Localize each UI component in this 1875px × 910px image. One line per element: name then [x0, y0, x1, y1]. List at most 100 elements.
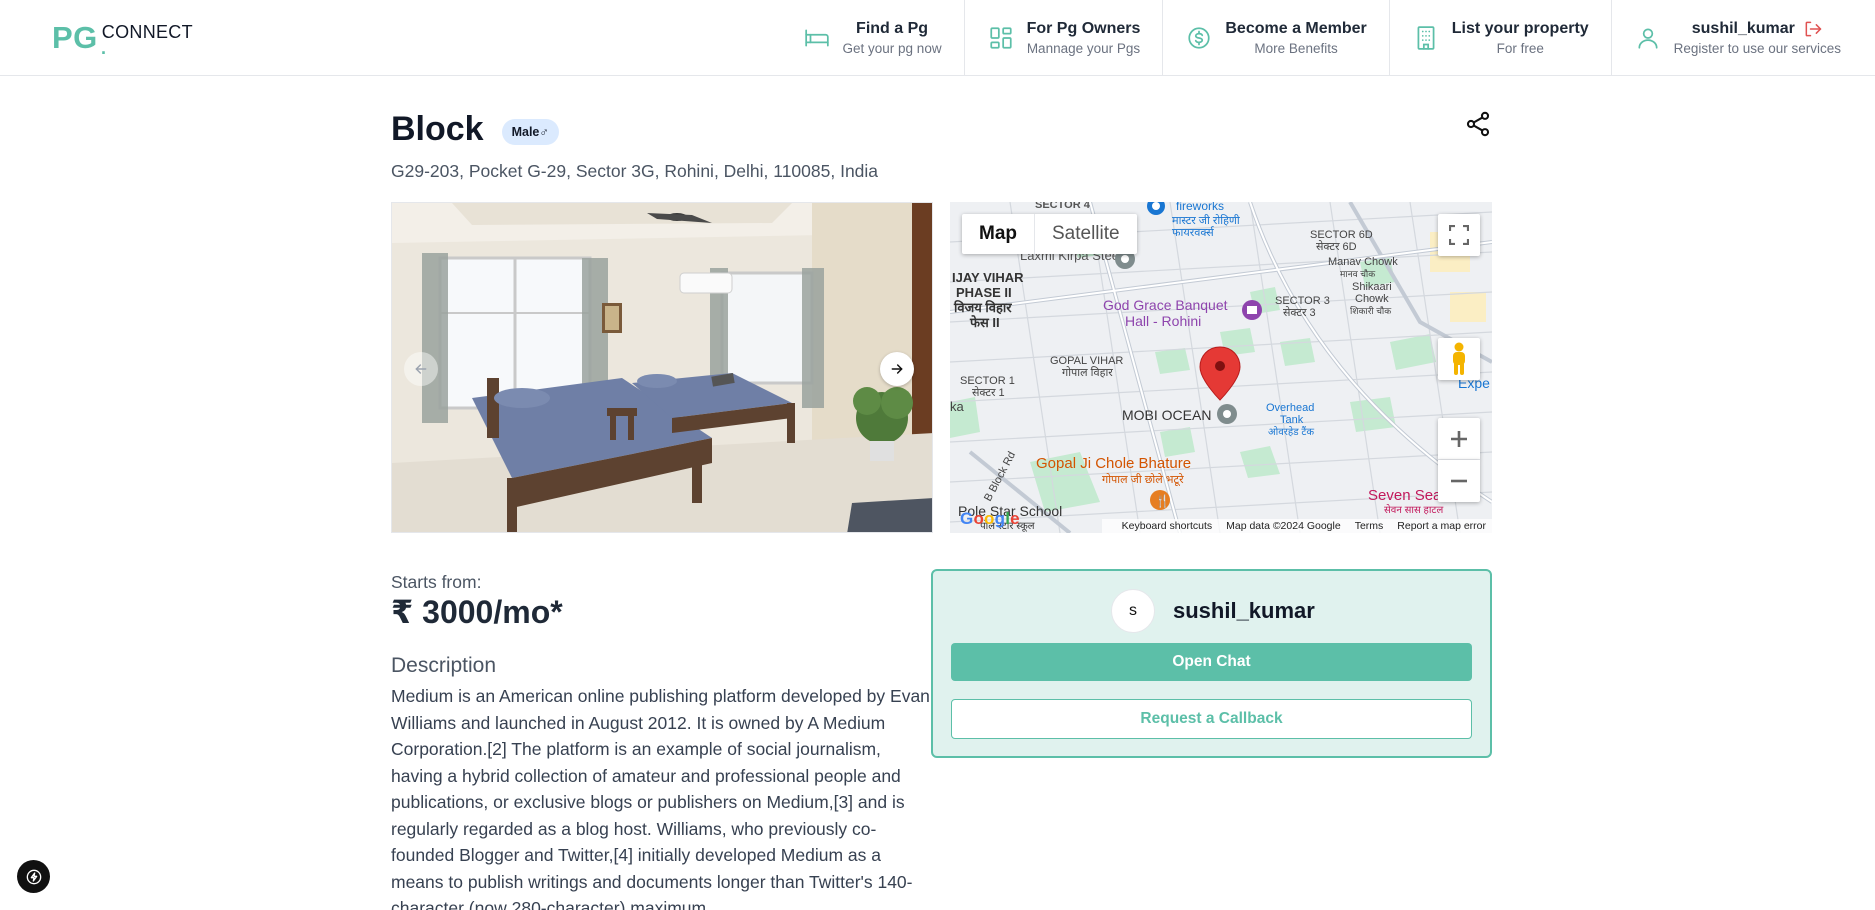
- nav-title: List your property: [1451, 20, 1589, 37]
- map-label: विजय विहार: [953, 300, 1012, 315]
- nav-find-pg[interactable]: Find a Pg Get your pg now: [781, 0, 965, 76]
- google-letter: o: [984, 509, 995, 528]
- bed-icon: [803, 24, 831, 52]
- location-map[interactable]: SECTOR 4 fireworks मास्टर जी रोहिणी फायर…: [950, 202, 1492, 533]
- owner-name: sushil_kumar: [1173, 598, 1315, 623]
- map-label: मास्टर जी रोहिणी: [1172, 214, 1240, 227]
- google-letter: o: [973, 509, 985, 528]
- nav-subtitle: More Benefits: [1254, 41, 1338, 56]
- lightning-icon: [26, 869, 42, 885]
- nav-subtitle: Register to use our services: [1673, 41, 1841, 56]
- map-label: Overhead: [1266, 402, 1314, 414]
- share-icon[interactable]: [1464, 110, 1492, 138]
- nav-title: For Pg Owners: [1026, 20, 1141, 37]
- map-label: SECTOR 4: [1035, 202, 1091, 211]
- description-text: Medium is an American online publishing …: [391, 686, 930, 910]
- report-error-link[interactable]: Report a map error: [1397, 520, 1486, 532]
- owner-info: s sushil_kumar: [1111, 589, 1315, 633]
- fullscreen-button[interactable]: [1438, 214, 1480, 256]
- map-label: गोपाल जी छोले भटूरे: [1102, 473, 1184, 487]
- price: ₹ 3000/mo*: [391, 594, 563, 630]
- arrow-right-icon: [889, 361, 905, 377]
- logout-icon[interactable]: [1803, 19, 1823, 39]
- carousel-prev-button[interactable]: [404, 352, 438, 386]
- top-navbar: PG . CONNECT Find a Pg Get your pg now F…: [0, 0, 1875, 76]
- room-photo: [392, 203, 932, 532]
- main-nav: Find a Pg Get your pg now For Pg Owners …: [781, 0, 1875, 76]
- map-label: शिकारी चौक: [1350, 305, 1392, 316]
- map-tab-map[interactable]: Map: [962, 214, 1035, 254]
- gender-badge: Male♂: [501, 118, 559, 145]
- map-label: SECTOR 6D: [1310, 229, 1373, 241]
- map-label: IJAY VIHAR: [952, 270, 1024, 285]
- map-label: Seven Sea: [1368, 487, 1442, 504]
- arrow-left-icon: [413, 361, 429, 377]
- google-letter: e: [1010, 509, 1020, 528]
- logo-connect: CONNECT: [101, 22, 193, 42]
- map-label: Shikaari: [1352, 281, 1392, 293]
- map-label: MOBI OCEAN: [1122, 407, 1211, 423]
- pegman-icon: [1450, 342, 1468, 376]
- map-label: फायरवर्क्स: [1172, 226, 1215, 239]
- map-label: ओवरहेड टैंक: [1268, 426, 1314, 438]
- poi-marker[interactable]: 🍴: [1150, 490, 1170, 510]
- carousel-next-button[interactable]: [880, 352, 914, 386]
- listing-address: G29-203, Pocket G-29, Sector 3G, Rohini,…: [391, 161, 879, 181]
- map-label: सेक्टर 3: [1283, 306, 1316, 319]
- starts-from-label: Starts from:: [391, 572, 482, 592]
- google-letter: g: [994, 509, 1006, 528]
- logo-dot: .: [101, 38, 107, 58]
- grid-icon: [987, 24, 1015, 52]
- map-label: PHASE II: [956, 285, 1012, 300]
- nav-title: Find a Pg: [856, 20, 929, 37]
- user-icon: [1634, 24, 1662, 52]
- floating-action-button[interactable]: [17, 860, 50, 893]
- plus-icon: [1449, 429, 1469, 449]
- nav-title: Become a Member: [1225, 20, 1367, 37]
- terms-link[interactable]: Terms: [1355, 520, 1384, 532]
- building-icon: [1412, 24, 1440, 52]
- map-label: fireworks: [1176, 202, 1224, 213]
- zoom-in-button[interactable]: [1438, 418, 1480, 460]
- map-type-toggle: Map Satellite: [962, 214, 1137, 254]
- google-letter: G: [960, 509, 974, 528]
- listing-title-row: Block Male♂: [391, 110, 559, 149]
- map-label: मानव चौक: [1340, 268, 1376, 279]
- brand-logo[interactable]: PG . CONNECT: [52, 18, 193, 58]
- minus-icon: [1449, 471, 1469, 491]
- map-footer: Keyboard shortcuts Map data ©2024 Google…: [1101, 519, 1492, 533]
- map-label: गोपाल विहार: [1062, 366, 1113, 379]
- poi-marker[interactable]: [1242, 300, 1262, 320]
- map-label: सेक्टर 6D: [1316, 240, 1357, 253]
- keyboard-shortcuts-link[interactable]: Keyboard shortcuts: [1122, 520, 1212, 532]
- page-title: Block: [391, 110, 484, 148]
- open-chat-button[interactable]: Open Chat: [951, 643, 1472, 681]
- request-callback-button[interactable]: Request a Callback: [951, 699, 1472, 739]
- photo-carousel[interactable]: [391, 202, 933, 533]
- map-label: SECTOR 3: [1275, 295, 1330, 307]
- map-label: Chowk: [1355, 293, 1389, 305]
- map-label: God Grace Banquet: [1103, 297, 1228, 313]
- nav-become-member[interactable]: Become a Member More Benefits: [1163, 0, 1390, 76]
- owner-contact-card: s sushil_kumar Open Chat Request a Callb…: [931, 569, 1492, 758]
- map-label: फेस II: [969, 315, 1000, 330]
- map-label: Gopal Ji Chole Bhature: [1036, 455, 1191, 472]
- svg-text:🍴: 🍴: [1155, 494, 1170, 508]
- google-logo: Google: [960, 509, 1020, 529]
- nav-subtitle: For free: [1496, 41, 1544, 56]
- poi-marker[interactable]: [1217, 404, 1237, 424]
- nav-user-account[interactable]: sushil_kumar Register to use our service…: [1612, 0, 1875, 76]
- map-label: सेक्टर 1: [972, 386, 1005, 399]
- nav-subtitle: Mannage your Pgs: [1026, 41, 1141, 56]
- nav-list-property[interactable]: List your property For free: [1390, 0, 1612, 76]
- street-view-button[interactable]: [1438, 338, 1480, 380]
- description-heading: Description: [391, 654, 497, 677]
- logo-pg: PG: [52, 20, 98, 55]
- nav-pg-owners[interactable]: For Pg Owners Mannage your Pgs: [965, 0, 1164, 76]
- avatar: s: [1111, 589, 1155, 633]
- fullscreen-icon: [1449, 225, 1469, 245]
- zoom-out-button[interactable]: [1438, 460, 1480, 502]
- map-label: GOPAL VIHAR: [1050, 355, 1123, 367]
- map-label: Manav Chowk: [1328, 256, 1398, 268]
- map-tab-satellite[interactable]: Satellite: [1035, 214, 1137, 254]
